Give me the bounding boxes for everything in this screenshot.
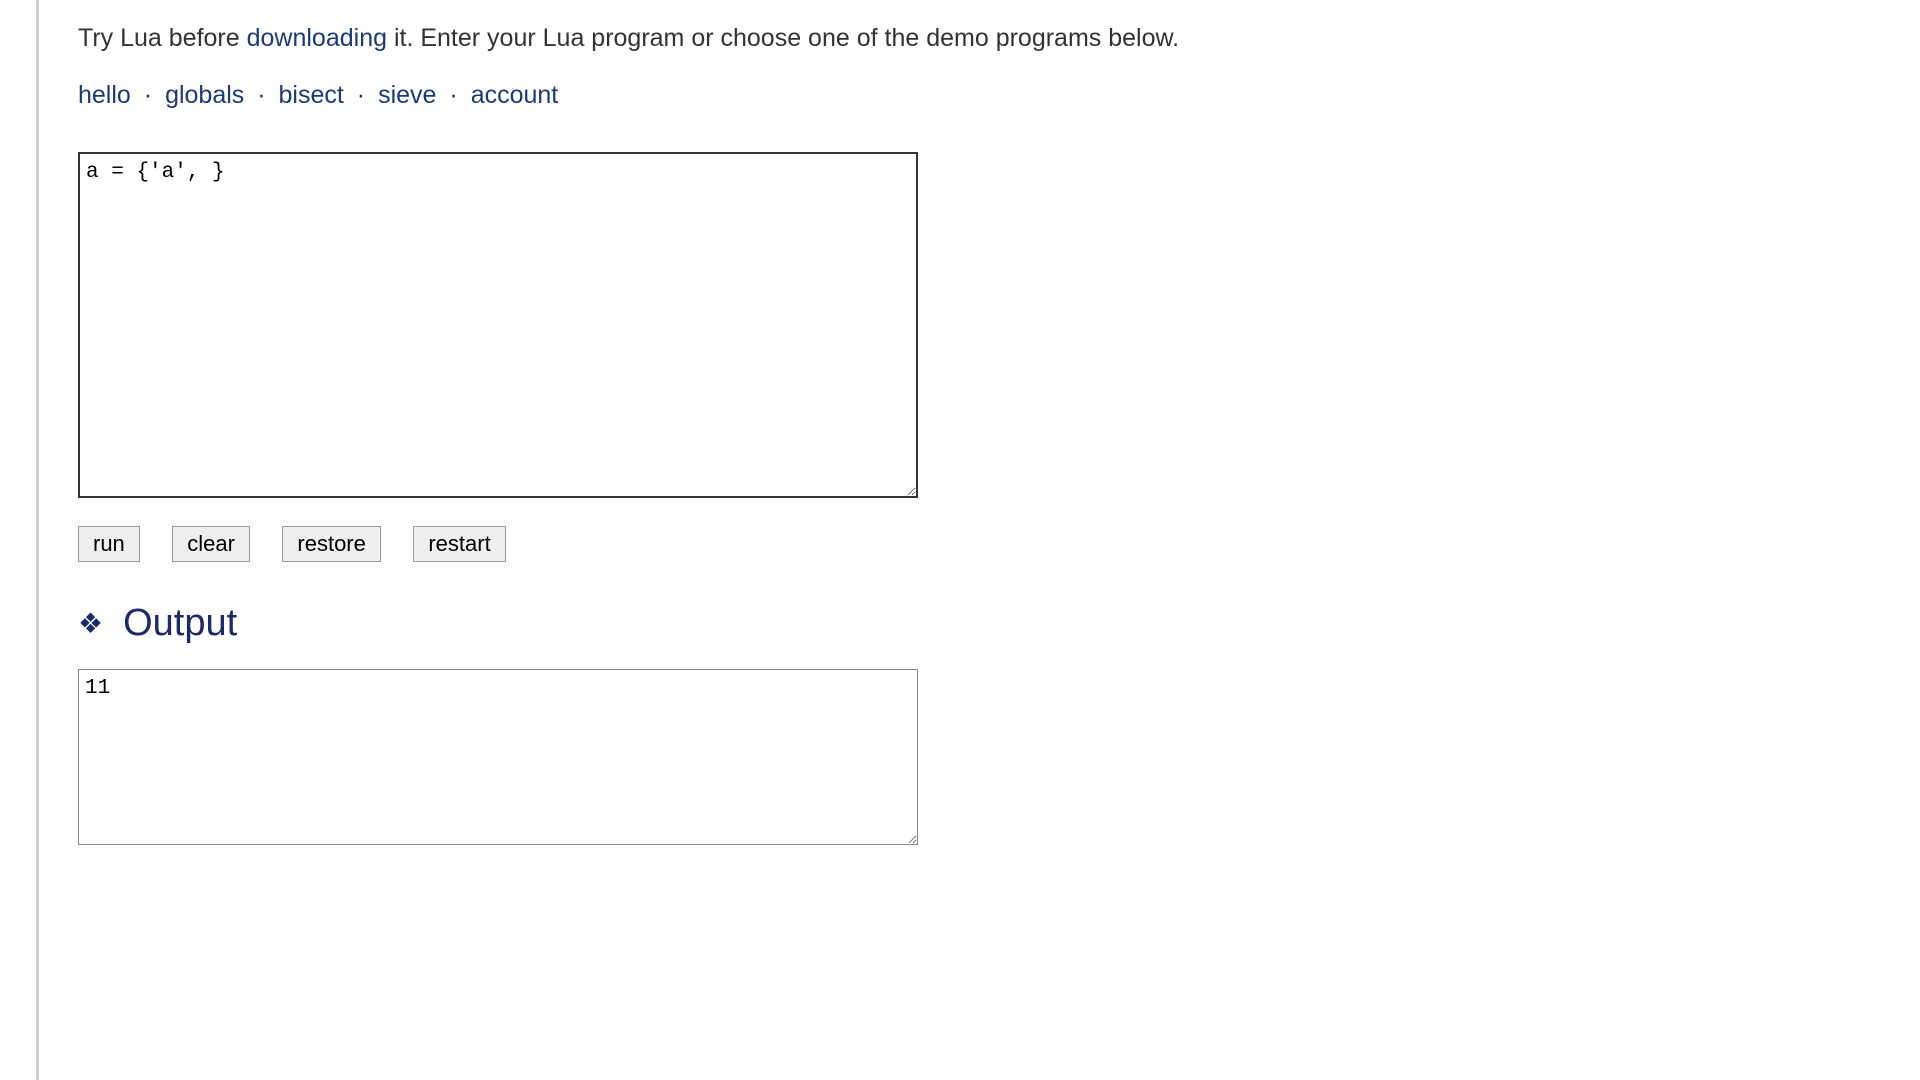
separator: · [144, 81, 152, 109]
separator: · [449, 81, 457, 109]
demo-bisect[interactable]: bisect [279, 81, 344, 109]
demo-sieve[interactable]: sieve [378, 81, 436, 109]
intro-prefix: Try Lua before [78, 24, 247, 52]
output-area[interactable] [78, 669, 918, 845]
demo-account[interactable]: account [471, 81, 559, 109]
main-content: Try Lua before downloading it. Enter you… [78, 0, 1920, 845]
output-header: ❖ Output [78, 602, 1920, 645]
left-border [36, 0, 39, 1080]
clear-button[interactable]: clear [172, 526, 250, 562]
demo-links: hello · globals · bisect · sieve · accou… [78, 81, 1920, 110]
separator: · [257, 81, 265, 109]
intro-suffix: it. Enter your Lua program or choose one… [387, 24, 1179, 52]
output-icon: ❖ [78, 607, 103, 640]
button-row: run clear restore restart [78, 526, 1920, 562]
code-input[interactable] [78, 152, 918, 498]
run-button[interactable]: run [78, 526, 140, 562]
downloading-link[interactable]: downloading [247, 24, 387, 52]
demo-hello[interactable]: hello [78, 81, 131, 109]
demo-globals[interactable]: globals [165, 81, 244, 109]
output-title: Output [123, 602, 237, 645]
restore-button[interactable]: restore [282, 526, 380, 562]
intro-text: Try Lua before downloading it. Enter you… [78, 24, 1920, 53]
separator: · [357, 81, 365, 109]
restart-button[interactable]: restart [413, 526, 505, 562]
